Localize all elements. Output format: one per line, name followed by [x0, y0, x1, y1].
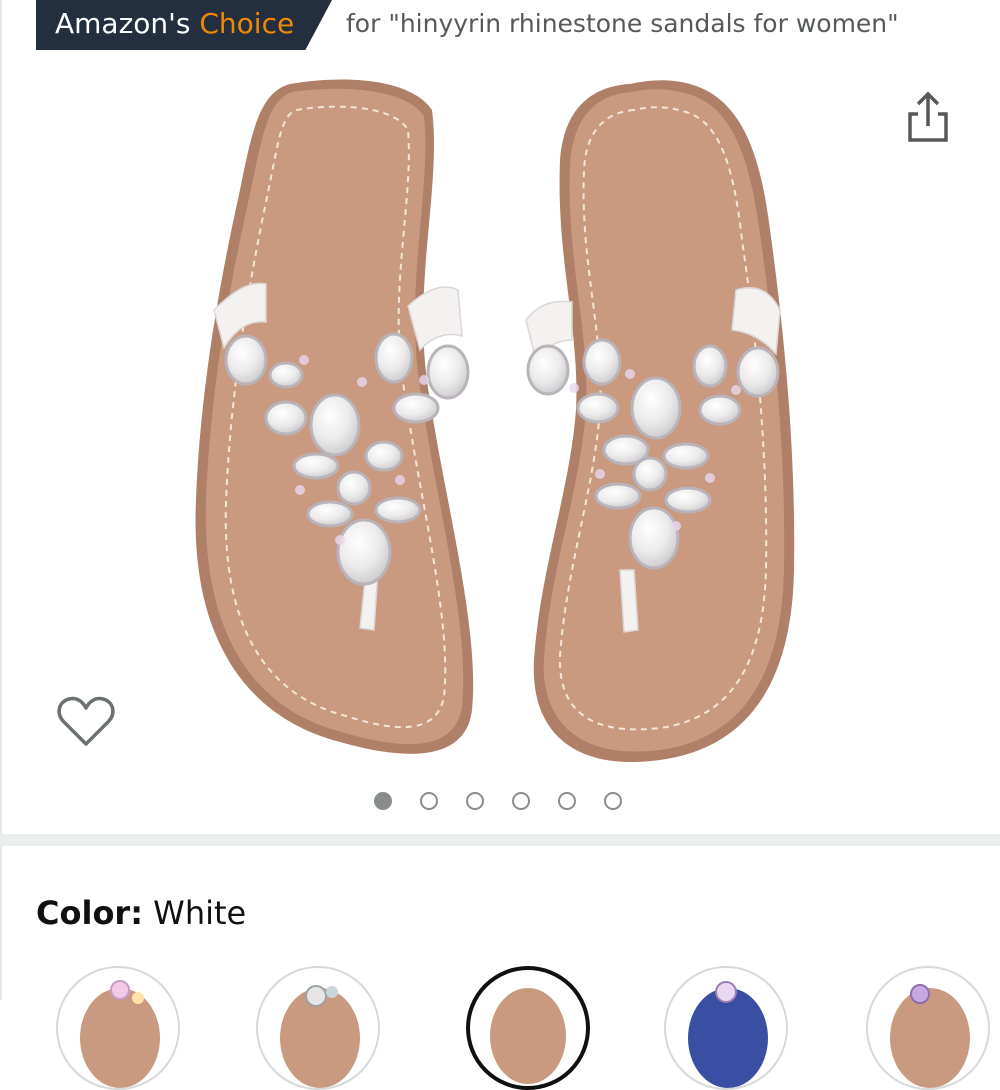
- color-swatch-white[interactable]: [466, 966, 590, 1090]
- color-value: White: [153, 894, 247, 932]
- color-swatch-4[interactable]: [664, 966, 788, 1090]
- product-image[interactable]: [180, 70, 830, 780]
- heart-icon[interactable]: [56, 694, 116, 750]
- left-sandal: [195, 79, 474, 754]
- color-swatch-5[interactable]: [866, 966, 990, 1090]
- color-label: Color:: [36, 894, 143, 932]
- carousel-dot-3[interactable]: [466, 792, 484, 810]
- carousel-dot-4[interactable]: [512, 792, 530, 810]
- color-swatch-2[interactable]: [256, 966, 380, 1090]
- color-swatch-1[interactable]: [56, 966, 180, 1090]
- carousel-dot-5[interactable]: [558, 792, 576, 810]
- right-sandal: [525, 80, 795, 763]
- search-query-context: for "hinyyrin rhinestone sandals for wom…: [346, 9, 899, 38]
- left-edge-rule: [0, 0, 2, 1000]
- carousel-dot-2[interactable]: [420, 792, 438, 810]
- share-icon[interactable]: [900, 88, 956, 144]
- carousel-dot-1[interactable]: [374, 792, 392, 810]
- badge-prefix: Amazon's: [55, 7, 191, 40]
- badge-highlight: Choice: [199, 7, 295, 40]
- carousel-dot-6[interactable]: [604, 792, 622, 810]
- color-selection-label: Color: White: [36, 892, 246, 934]
- section-divider: [0, 834, 1000, 846]
- amazons-choice-label: Amazon's Choice: [55, 6, 294, 42]
